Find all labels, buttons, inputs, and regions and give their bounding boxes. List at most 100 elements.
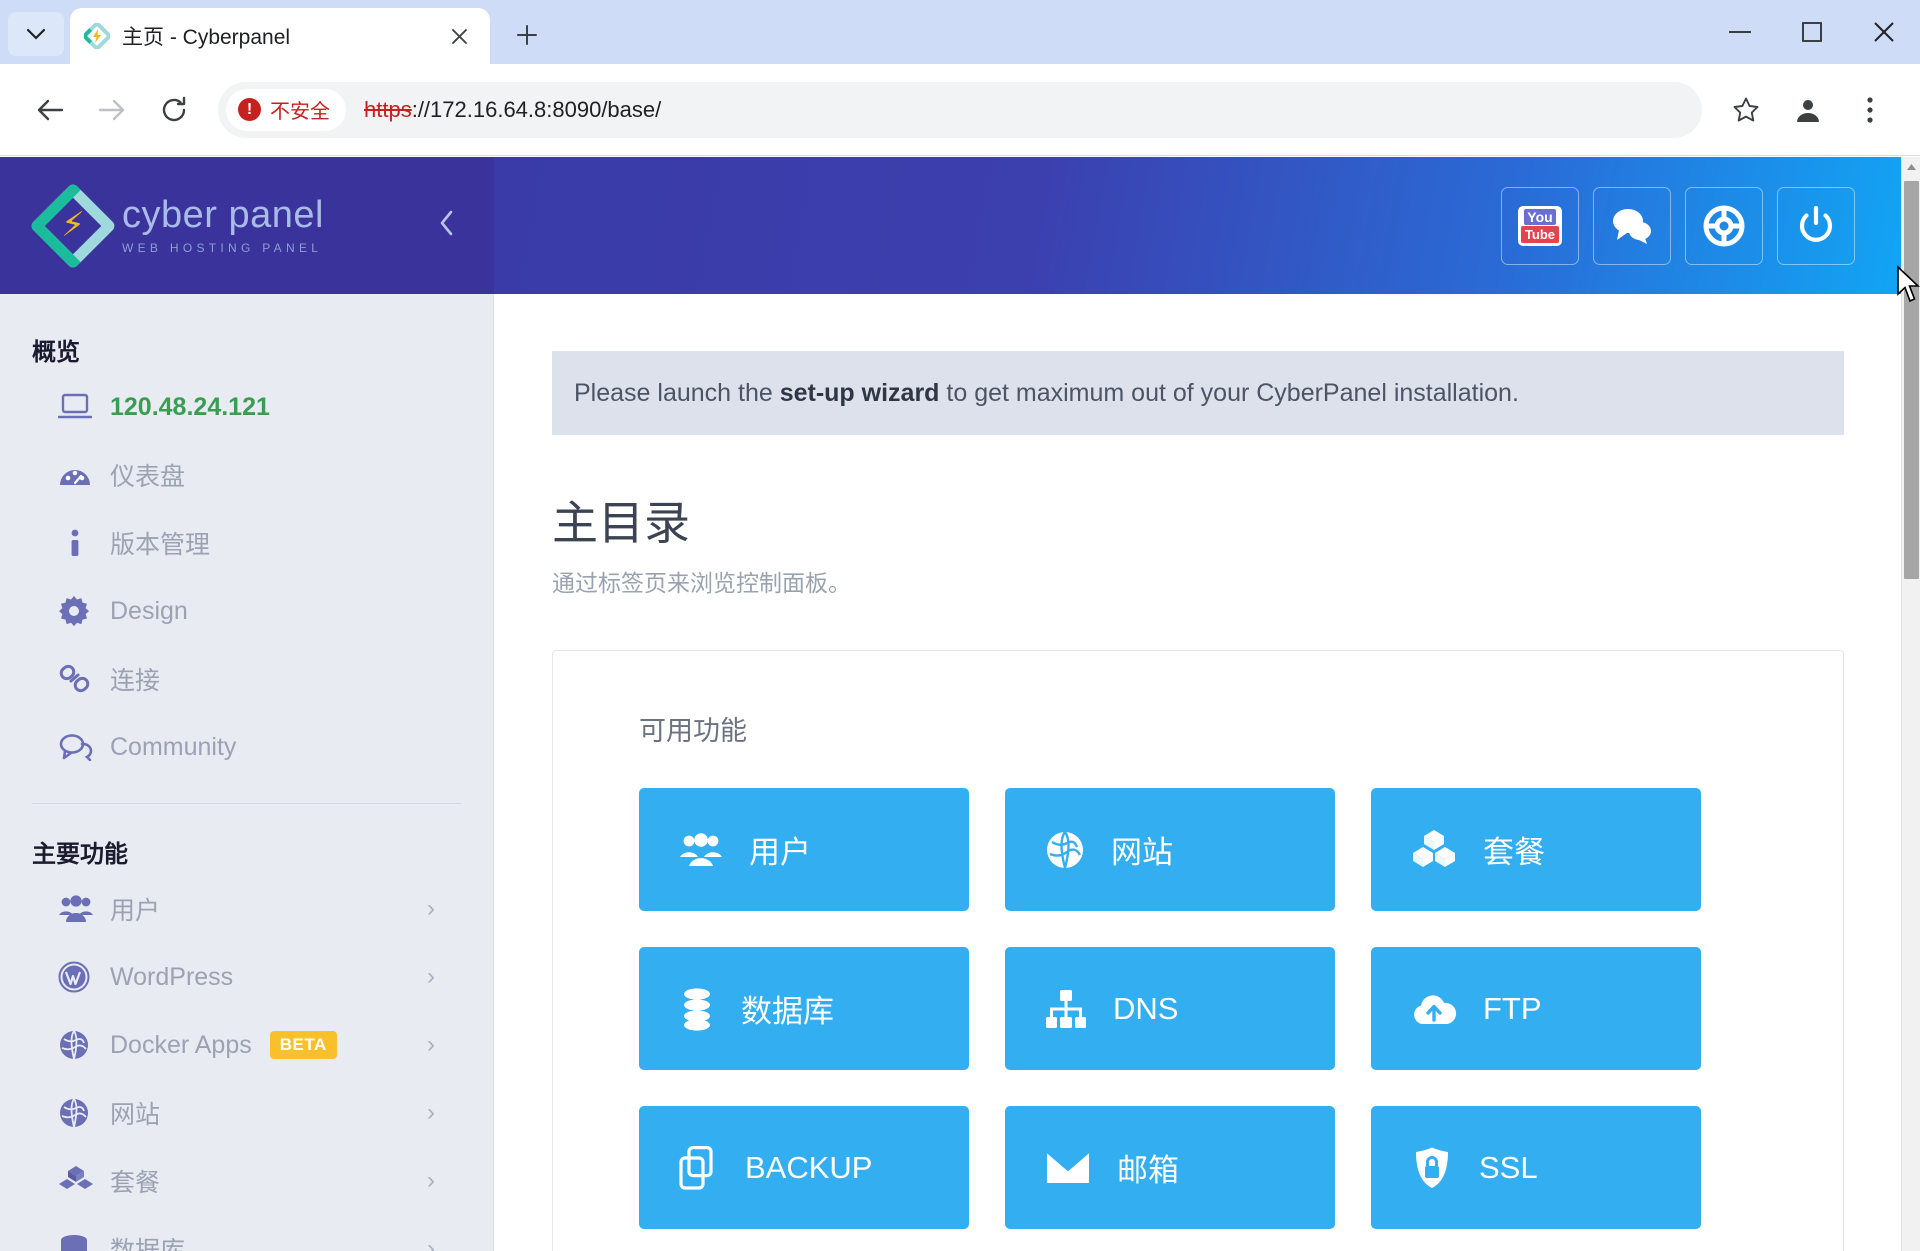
- header-actions: You Tube: [1501, 186, 1855, 265]
- tile-users[interactable]: 用户: [639, 788, 969, 911]
- new-tab-button[interactable]: [504, 12, 550, 58]
- tile-email[interactable]: 邮箱: [1005, 1106, 1335, 1229]
- forward-button[interactable]: [84, 82, 140, 138]
- cubes-icon: [58, 1165, 110, 1197]
- sidebar-collapse-button[interactable]: [438, 208, 456, 244]
- brand-logo[interactable]: ⚡ cyber panel WEB HOSTING PANEL: [0, 157, 494, 294]
- sidebar[interactable]: 概览 120.48.24.121 仪表盘 版本管理 Design 连接 Comm…: [0, 294, 494, 1251]
- sidebar-item-docker-apps[interactable]: Docker Apps BETA ›: [0, 1011, 493, 1079]
- sidebar-item-version[interactable]: 版本管理: [0, 509, 493, 577]
- sidebar-item-design[interactable]: Design: [0, 577, 493, 645]
- sidebar-item-connect[interactable]: 连接: [0, 645, 493, 713]
- link-icon: [58, 664, 110, 694]
- wordpress-icon: [58, 961, 110, 993]
- logout-button[interactable]: [1777, 186, 1855, 265]
- sidebar-item-databases[interactable]: 数据库 ›: [0, 1215, 493, 1251]
- back-button[interactable]: [22, 82, 78, 138]
- browser-window: 主页 - Cyberpanel ! 不安全 https://172.16.64.…: [0, 0, 1920, 1251]
- card-title: 可用功能: [639, 716, 747, 746]
- close-window-button[interactable]: [1848, 0, 1920, 64]
- maximize-button[interactable]: [1776, 0, 1848, 64]
- sidebar-item-dashboard[interactable]: 仪表盘: [0, 441, 493, 509]
- chevron-left-icon: [440, 210, 453, 235]
- chevron-right-icon: ›: [427, 963, 435, 990]
- sidebar-item-community[interactable]: Community: [0, 713, 493, 781]
- tile-packages[interactable]: 套餐: [1371, 788, 1701, 911]
- tile-dns[interactable]: DNS: [1005, 947, 1335, 1070]
- sidebar-item-wordpress[interactable]: WordPress ›: [0, 943, 493, 1011]
- scroll-up-arrow-icon: [1907, 163, 1916, 170]
- minimize-icon: [1729, 31, 1751, 33]
- bookmark-button[interactable]: [1718, 82, 1774, 138]
- chevron-right-icon: ›: [427, 1031, 435, 1058]
- brand-name: cyber panel: [122, 194, 324, 237]
- cubes-icon: [1411, 829, 1457, 871]
- database-icon: [58, 1234, 110, 1251]
- reload-button[interactable]: [146, 82, 202, 138]
- tile-label: 套餐: [1483, 835, 1545, 870]
- chat-button[interactable]: [1593, 186, 1671, 265]
- sidebar-section-overview: 概览: [32, 339, 80, 366]
- page-subtitle: 通过标签页来浏览控制面板。: [552, 570, 851, 596]
- gauge-dashboard-icon: [58, 461, 110, 489]
- tile-ftp[interactable]: FTP: [1371, 947, 1701, 1070]
- tile-label: 网站: [1111, 835, 1173, 870]
- tab-close-button[interactable]: [442, 19, 476, 53]
- tab-strip: 主页 - Cyberpanel: [0, 0, 1920, 64]
- url-text: https://172.16.64.8:8090/base/: [364, 97, 661, 123]
- tab-search-button[interactable]: [8, 12, 64, 56]
- not-secure-icon: !: [238, 98, 261, 121]
- minimize-button[interactable]: [1704, 0, 1776, 64]
- tile-label: 数据库: [741, 994, 834, 1029]
- scrollbar-thumb[interactable]: [1904, 181, 1919, 579]
- sidebar-item-packages[interactable]: 套餐 ›: [0, 1147, 493, 1215]
- tab-title: 主页 - Cyberpanel: [122, 26, 291, 49]
- notice-before: Please launch the: [574, 379, 780, 407]
- copy-icon: [679, 1145, 719, 1190]
- chevron-down-icon: [27, 28, 45, 40]
- laptop-icon: [58, 393, 110, 421]
- browser-toolbar: ! 不安全 https://172.16.64.8:8090/base/: [0, 64, 1920, 156]
- logo-bolt-icon: ⚡: [61, 206, 85, 244]
- tile-label: 邮箱: [1117, 1153, 1179, 1188]
- sidebar-item-label: 版本管理: [110, 531, 211, 559]
- browser-menu-button[interactable]: [1842, 82, 1898, 138]
- arrow-left-icon: [37, 99, 64, 120]
- scroll-up-button[interactable]: [1902, 157, 1920, 176]
- sidebar-item-websites[interactable]: 网站 ›: [0, 1079, 493, 1147]
- feature-tile-grid: 用户 网站 套餐 数据库 DNS FTP BACKUP 邮箱 SSL: [553, 748, 1843, 1229]
- sidebar-item-label: 套餐: [110, 1169, 161, 1197]
- setup-wizard-notice: Please launch the set-up wizard to get m…: [552, 351, 1844, 435]
- notice-link[interactable]: set-up wizard: [780, 379, 940, 407]
- tile-label: SSL: [1479, 1149, 1538, 1185]
- tile-websites[interactable]: 网站: [1005, 788, 1335, 911]
- lifebuoy-icon: [1703, 205, 1745, 246]
- maximize-icon: [1802, 22, 1822, 42]
- sidebar-item-server-ip[interactable]: 120.48.24.121: [0, 373, 493, 441]
- profile-button[interactable]: [1780, 82, 1836, 138]
- chevron-right-icon: ›: [427, 895, 435, 922]
- kebab-menu-icon: [1867, 96, 1873, 123]
- sidebar-item-users[interactable]: 用户 ›: [0, 875, 493, 943]
- address-bar[interactable]: ! 不安全 https://172.16.64.8:8090/base/: [218, 81, 1702, 138]
- tile-backup[interactable]: BACKUP: [639, 1106, 969, 1229]
- sidebar-item-label: 仪表盘: [110, 463, 186, 491]
- sidebar-section-main: 主要功能: [32, 841, 128, 868]
- youtube-button[interactable]: You Tube: [1501, 186, 1579, 265]
- sidebar-item-label: 用户: [110, 897, 161, 925]
- sidebar-item-label: 数据库: [110, 1237, 186, 1251]
- security-badge[interactable]: ! 不安全: [226, 88, 346, 131]
- power-icon: [1799, 205, 1833, 242]
- globe-icon: [58, 1029, 110, 1061]
- browser-tab[interactable]: 主页 - Cyberpanel: [70, 8, 490, 64]
- tile-databases[interactable]: 数据库: [639, 947, 969, 1070]
- sidebar-item-label: WordPress: [110, 962, 234, 991]
- tile-ssl[interactable]: SSL: [1371, 1106, 1701, 1229]
- lock-shield-icon: [1411, 1146, 1453, 1190]
- page-scrollbar[interactable]: [1901, 157, 1920, 1251]
- url-scheme: https: [364, 96, 412, 122]
- sidebar-item-label: Design: [110, 596, 188, 625]
- brand-tagline: WEB HOSTING PANEL: [122, 240, 323, 255]
- support-button[interactable]: [1685, 186, 1763, 265]
- sitemap-icon: [1045, 989, 1087, 1029]
